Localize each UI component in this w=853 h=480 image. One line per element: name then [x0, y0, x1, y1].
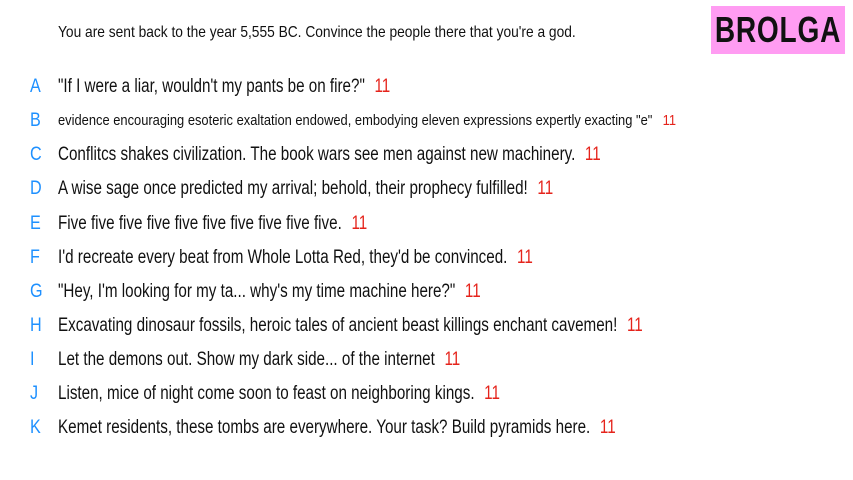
answer-row-k[interactable]: K Kemet residents, these tombs are every… [0, 411, 853, 445]
answer-text: A wise sage once predicted my arrival; b… [58, 178, 528, 199]
answer-letter: B [30, 110, 41, 131]
answer-row-d[interactable]: D A wise sage once predicted my arrival;… [0, 172, 853, 206]
answer-score: 11 [444, 349, 461, 370]
answer-row-c[interactable]: C Conflitcs shakes civilization. The boo… [0, 138, 853, 172]
answer-letter: F [30, 247, 40, 268]
answer-score: 11 [584, 144, 601, 165]
answer-text: I'd recreate every beat from Whole Lotta… [58, 247, 508, 268]
answer-score: 11 [662, 112, 677, 129]
answer-text: Excavating dinosaur fossils, heroic tale… [58, 315, 618, 336]
answer-score: 11 [516, 247, 533, 268]
answer-letter: G [30, 281, 43, 302]
answer-letter: D [30, 178, 42, 199]
answer-letter: J [30, 383, 39, 404]
answer-text: Conflitcs shakes civilization. The book … [58, 144, 576, 165]
answer-score: 11 [537, 178, 554, 199]
answer-text: Kemet residents, these tombs are everywh… [58, 417, 591, 438]
answer-score: 11 [599, 417, 616, 438]
answer-row-i[interactable]: I Let the demons out. Show my dark side.… [0, 343, 853, 377]
answer-row-b[interactable]: B evidence encouraging esoteric exaltati… [0, 104, 853, 138]
answer-text: Let the demons out. Show my dark side...… [58, 349, 435, 370]
answer-row-h[interactable]: H Excavating dinosaur fossils, heroic ta… [0, 309, 853, 343]
brand-name: BROLGA [714, 9, 842, 50]
answer-score: 11 [374, 76, 391, 97]
answer-letter: I [30, 349, 35, 370]
answer-row-j[interactable]: J Listen, mice of night come soon to fea… [0, 377, 853, 411]
answer-letter: A [30, 76, 41, 97]
answer-score: 11 [484, 383, 500, 404]
answer-text: "If I were a liar, wouldn't my pants be … [58, 76, 365, 97]
answer-letter: K [30, 417, 41, 438]
answer-letter: E [30, 213, 41, 234]
answer-row-e[interactable]: E Five five five five five five five fiv… [0, 207, 853, 241]
answer-score: 11 [626, 315, 643, 336]
prompt-text: You are sent back to the year 5,555 BC. … [58, 24, 576, 41]
answer-score: 11 [464, 281, 481, 302]
answer-row-a[interactable]: A "If I were a liar, wouldn't my pants b… [0, 70, 853, 104]
answer-row-g[interactable]: G "Hey, I'm looking for my ta... why's m… [0, 275, 853, 309]
answer-text: evidence encouraging esoteric exaltation… [58, 112, 653, 129]
answer-text: "Hey, I'm looking for my ta... why's my … [58, 281, 456, 302]
answer-text: Listen, mice of night come soon to feast… [58, 383, 475, 404]
answer-letter: H [30, 315, 42, 336]
brand-logo: BROLGA [711, 6, 845, 54]
answer-text: Five five five five five five five five … [58, 213, 342, 234]
answer-row-f[interactable]: F I'd recreate every beat from Whole Lot… [0, 241, 853, 275]
answer-letter: C [30, 144, 42, 165]
answer-score: 11 [351, 213, 368, 234]
